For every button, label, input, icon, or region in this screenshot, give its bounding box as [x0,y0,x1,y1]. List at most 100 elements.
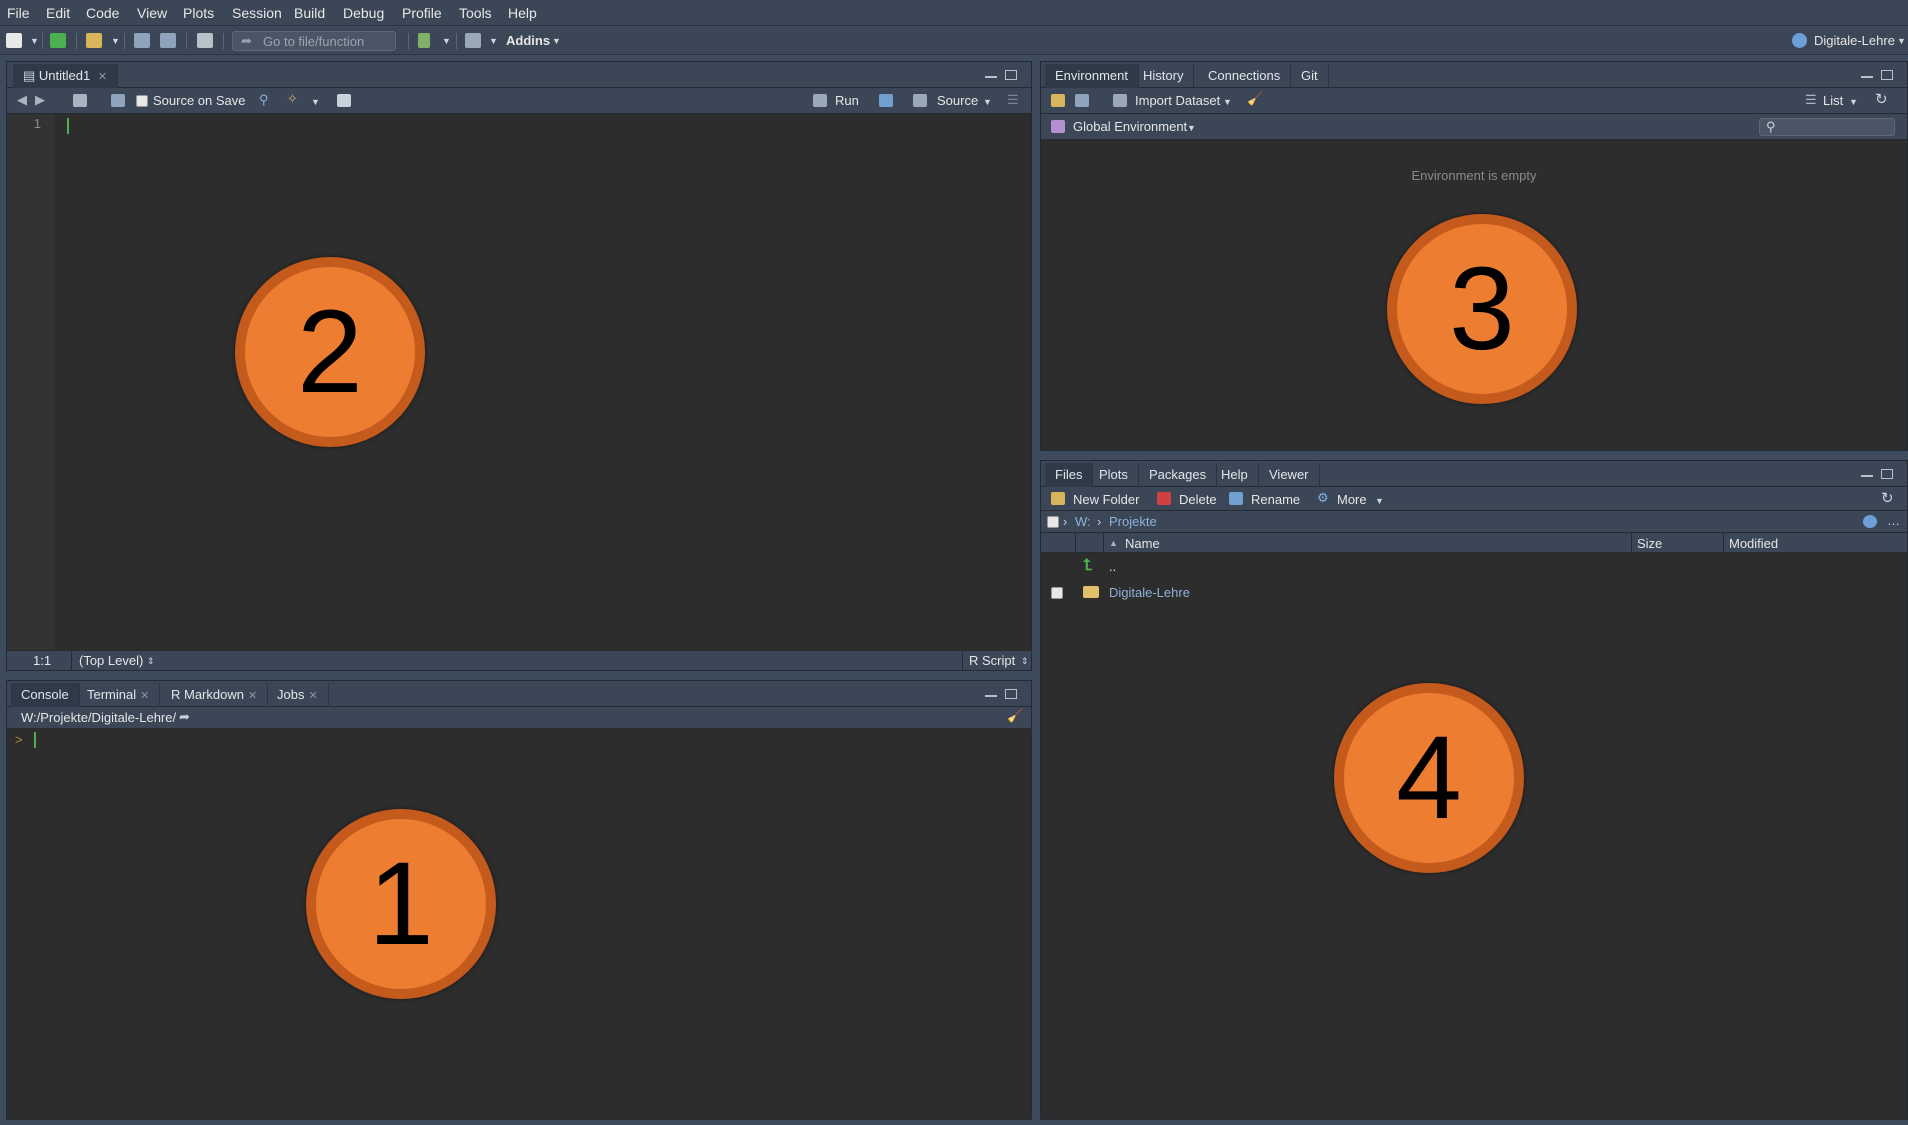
row-checkbox[interactable] [1051,587,1063,599]
vcs-icon[interactable] [418,33,430,48]
view-mode-selector[interactable]: List [1823,93,1843,108]
chevron-updown-icon[interactable]: ⇕ [147,656,155,667]
maximize-icon[interactable] [1005,70,1017,80]
chevron-down-icon[interactable]: ▼ [552,36,561,46]
forward-arrow-icon[interactable]: ▶ [35,92,45,108]
source-on-save-checkbox[interactable] [136,95,148,107]
print-icon[interactable] [197,33,213,48]
save-icon[interactable] [134,33,150,48]
maximize-icon[interactable] [1881,70,1893,80]
menu-session[interactable]: Session [232,5,282,21]
table-row[interactable]: ⮤ .. [1041,555,1907,579]
import-dataset-button[interactable]: Import Dataset [1135,93,1220,108]
console-output[interactable]: > [7,729,1031,1119]
save-workspace-icon[interactable] [1075,94,1089,107]
open-folder-icon[interactable] [86,33,102,48]
menu-help[interactable]: Help [508,5,537,21]
goto-file-function-input[interactable]: ➦ Go to file/function [232,31,396,51]
rename-button[interactable]: Rename [1251,492,1300,507]
go-to-directory-icon[interactable]: ➦ [179,709,190,725]
tab-history[interactable]: History [1133,64,1195,88]
tab-environment[interactable]: Environment [1045,64,1139,88]
menu-plots[interactable]: Plots [183,5,214,21]
chevron-down-icon[interactable]: ▼ [30,36,39,46]
addins-menu[interactable]: Addins [506,33,550,48]
chevron-down-icon[interactable]: ▼ [1223,97,1232,107]
new-project-icon[interactable] [50,33,66,48]
compile-report-icon[interactable] [337,94,351,107]
minimize-icon[interactable] [985,76,997,79]
run-button[interactable]: Run [835,93,859,108]
tab-r-markdown[interactable]: R Markdown ✕ [161,683,269,707]
tab-git[interactable]: Git [1291,64,1329,88]
column-header-name[interactable]: Name [1125,536,1160,551]
tab-terminal[interactable]: Terminal ✕ [77,683,161,707]
project-home-icon[interactable] [1863,515,1877,528]
tab-viewer[interactable]: Viewer [1259,463,1320,487]
close-icon[interactable]: ✕ [140,690,149,702]
pane-layout-icon[interactable] [465,33,481,48]
chevron-down-icon[interactable]: ▼ [442,36,451,46]
chevron-down-icon[interactable]: ▼ [1849,97,1858,107]
save-all-icon[interactable] [160,33,176,48]
chevron-down-icon[interactable]: ▼ [489,36,498,46]
tab-help[interactable]: Help [1211,463,1259,487]
menu-build[interactable]: Build [294,5,325,21]
chevron-down-icon[interactable]: ▼ [311,97,320,107]
load-workspace-icon[interactable] [1051,94,1065,107]
minimize-icon[interactable] [1861,76,1873,79]
save-icon[interactable] [111,94,125,107]
chevron-down-icon[interactable]: ▼ [1187,123,1196,133]
column-header-modified[interactable]: Modified [1729,536,1778,551]
search-icon[interactable]: ⚲ [259,92,269,108]
file-name[interactable]: .. [1109,559,1116,574]
environment-search-input[interactable]: ⚲ [1759,118,1895,136]
tab-files[interactable]: Files [1045,463,1094,487]
menu-debug[interactable]: Debug [343,5,384,21]
source-button[interactable]: Source [937,93,978,108]
outline-icon[interactable]: ☰ [1007,92,1019,108]
project-menu[interactable]: Digitale-Lehre [1814,33,1895,48]
file-name[interactable]: Digitale-Lehre [1109,585,1190,600]
breadcrumb-root[interactable]: W: [1075,514,1091,529]
close-icon[interactable]: ✕ [248,690,257,702]
table-row[interactable]: Digitale-Lehre [1041,581,1907,605]
breadcrumb-dir[interactable]: Projekte [1109,514,1157,529]
refresh-icon[interactable]: ↻ [1875,90,1888,108]
maximize-icon[interactable] [1881,469,1893,479]
show-in-window-icon[interactable] [73,94,87,107]
maximize-icon[interactable] [1005,689,1017,699]
global-environment-selector[interactable]: Global Environment [1073,119,1187,134]
menu-code[interactable]: Code [86,5,119,21]
chevron-down-icon[interactable]: ▼ [1375,496,1384,506]
more-button[interactable]: More [1337,492,1367,507]
refresh-icon[interactable]: ↻ [1881,489,1894,507]
rerun-icon[interactable] [879,94,893,107]
back-arrow-icon[interactable]: ◀ [17,92,27,108]
more-options-icon[interactable]: … [1887,513,1900,528]
clear-workspace-icon[interactable]: 🧹 [1247,91,1263,107]
tab-jobs[interactable]: Jobs ✕ [267,683,329,707]
chevron-down-icon[interactable]: ▼ [1897,36,1906,46]
tab-packages[interactable]: Packages [1139,463,1218,487]
menu-edit[interactable]: Edit [46,5,70,21]
tab-untitled1[interactable]: ▤ Untitled1 ✕ [13,64,119,88]
new-folder-button[interactable]: New Folder [1073,492,1139,507]
menu-file[interactable]: File [7,5,30,21]
column-header-size[interactable]: Size [1637,536,1662,551]
tab-console[interactable]: Console [11,683,80,707]
chevron-updown-icon[interactable]: ⇕ [1021,656,1029,667]
close-icon[interactable]: ✕ [98,71,107,83]
scope-selector[interactable]: (Top Level) [79,653,143,668]
tab-connections[interactable]: Connections [1198,64,1292,88]
delete-button[interactable]: Delete [1179,492,1217,507]
minimize-icon[interactable] [1861,475,1873,478]
menu-profile[interactable]: Profile [402,5,442,21]
close-icon[interactable]: ✕ [308,690,317,702]
select-all-checkbox[interactable] [1047,516,1059,528]
new-file-icon[interactable] [6,33,22,48]
clear-console-icon[interactable]: 🧹 [1007,708,1023,724]
chevron-down-icon[interactable]: ▼ [983,97,992,107]
chevron-down-icon[interactable]: ▼ [111,36,120,46]
code-tools-icon[interactable]: ✧ [287,91,298,107]
